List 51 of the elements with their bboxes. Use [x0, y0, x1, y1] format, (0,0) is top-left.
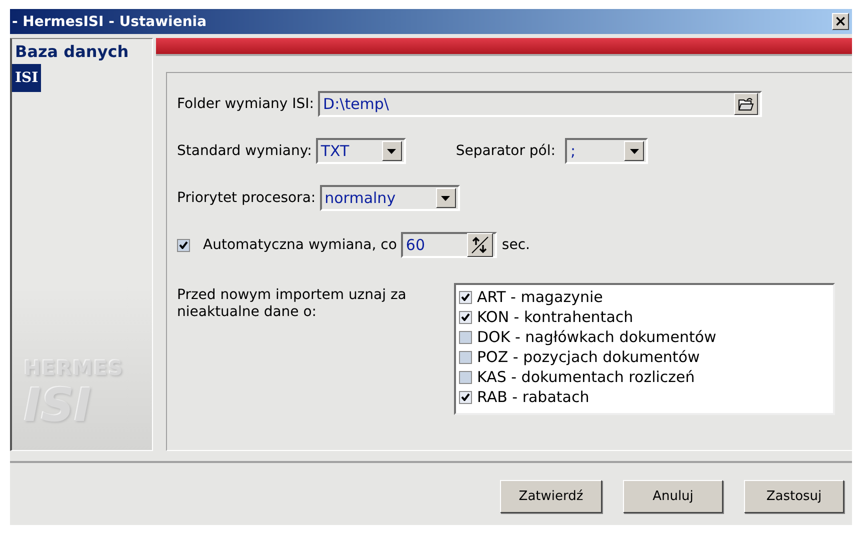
field-value: 60: [406, 236, 425, 254]
dialog-button[interactable]: Zastosuj: [744, 480, 844, 512]
spin-button[interactable]: [466, 233, 493, 257]
checkmark-icon: [179, 241, 188, 249]
field-label: Standard wymiany:: [177, 143, 312, 159]
dropdown-arrow-icon: [387, 148, 396, 154]
checkbox[interactable]: [459, 330, 472, 344]
dialog-button[interactable]: Anuluj: [623, 480, 723, 512]
browse-button[interactable]: [734, 93, 758, 115]
checkbox-label: DOK - nagłówkach dokumentów: [477, 328, 716, 346]
dropdown-button[interactable]: [382, 141, 402, 161]
checkbox-label: Automatyczna wymiana, co: [203, 237, 397, 253]
checkmark-icon: [461, 293, 470, 301]
dialog-button[interactable]: Zatwierdź: [500, 480, 602, 512]
field-label: Priorytet procesora:: [177, 190, 316, 206]
field-label: Separator pól:: [456, 143, 556, 159]
close-button[interactable]: ×: [832, 13, 849, 30]
checkbox-label: RAB - rabatach: [477, 388, 590, 406]
checkbox-label: ART - magazynie: [477, 288, 603, 306]
field-value: D:\temp\: [323, 95, 389, 113]
dropdown-button[interactable]: [624, 141, 644, 161]
checkbox-label: POZ - pozycjach dokumentów: [477, 348, 700, 366]
checkmark-icon: [461, 393, 470, 401]
field-value: normalny: [324, 189, 396, 207]
checkbox-label: KAS - dokumentach rozliczeń: [477, 368, 695, 386]
checkbox[interactable]: [459, 290, 472, 304]
folder-field[interactable]: D:\temp\: [318, 91, 762, 117]
folder-icon: [738, 97, 754, 111]
checkbox[interactable]: [459, 390, 472, 404]
field-label: Folder wymiany ISI:: [177, 96, 314, 112]
separator-dropdown[interactable]: ;: [565, 138, 648, 164]
sidebar-item[interactable]: ISI: [12, 64, 42, 92]
field-value: TXT: [320, 142, 350, 160]
dropdown-arrow-icon: [441, 196, 450, 200]
checkmark-icon: [461, 313, 470, 321]
window-title: - HermesISI - Ustawienia: [12, 14, 207, 30]
priority-dropdown[interactable]: normalny: [320, 185, 460, 211]
checkbox[interactable]: [177, 238, 190, 252]
unit-label: sec.: [502, 237, 530, 253]
checkbox[interactable]: [459, 370, 472, 384]
format-dropdown[interactable]: TXT: [316, 138, 406, 164]
sidebar-item[interactable]: Baza danych: [12, 39, 132, 64]
checkbox-label: KON - kontrahentach: [477, 308, 634, 326]
group-label: Przed nowym importem uznaj za nieaktualne dane o:: [177, 287, 408, 321]
dropdown-arrow-icon: [630, 148, 639, 154]
checkbox[interactable]: [459, 350, 472, 364]
checkbox[interactable]: [459, 310, 472, 324]
field-value: ;: [570, 142, 576, 160]
spin-arrows-icon: [470, 235, 490, 255]
interval-field[interactable]: 60: [400, 232, 497, 258]
dropdown-button[interactable]: [436, 188, 456, 208]
